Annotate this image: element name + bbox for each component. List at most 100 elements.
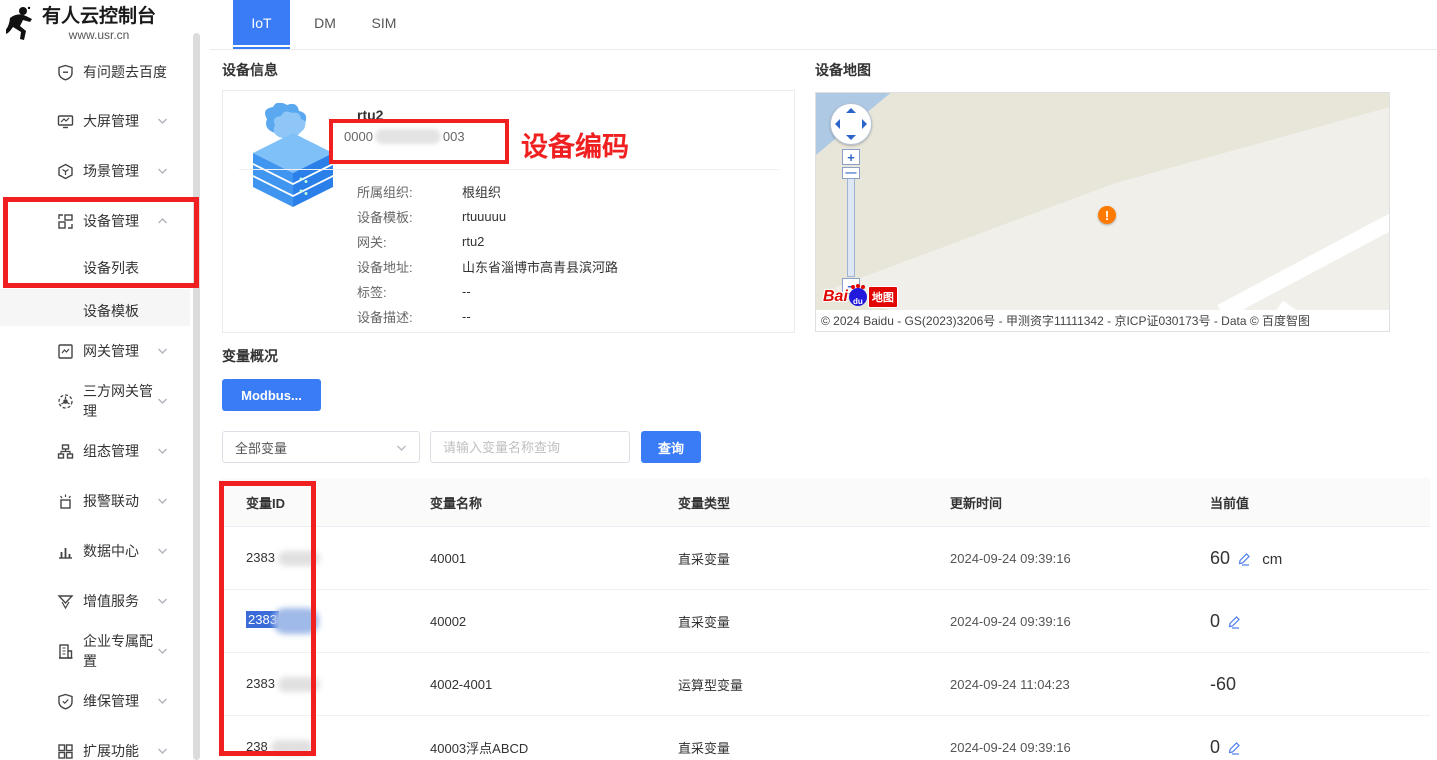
edit-value-icon[interactable] [1227,740,1242,755]
variable-id-cell: 238 [222,739,430,755]
pan-right-icon[interactable] [862,119,867,129]
sidebar-item-label: 扩展功能 [83,741,157,760]
current-value-cell: -60 [1210,674,1430,695]
chevron-down-icon [157,647,168,655]
variable-type-cell: 运算型变量 [678,675,950,694]
scene-box-icon [57,163,74,180]
query-button[interactable]: 查询 [641,431,701,463]
tab-dm[interactable]: DM [305,0,345,45]
baidu-map-badge: 地图 [868,286,898,308]
variable-search-input[interactable] [430,431,630,463]
sidebar-item-device-mgmt[interactable]: 设备管理 [0,196,190,246]
sidebar-item-enterprise-config[interactable]: 企业专属配置 [0,626,190,676]
sidebar-item-label: 组态管理 [83,441,157,461]
device-fields: 所属组织:根组织 设备模板:rtuuuuu 网关:rtu2 设备地址:山东省淄博… [357,179,618,329]
map-zoom-thumb[interactable]: — [842,167,860,179]
map-device-marker[interactable]: ! [1098,206,1116,224]
usr-cloud-console: 有人云控制台 www.usr.cn 有问题去百度 大屏管理 场景管理 设备管理 … [0,0,1437,760]
edit-value-icon[interactable] [1237,551,1252,566]
sidebar-item-alarm-linkage[interactable]: 报警联动 [0,476,190,526]
table-row: 2383 4002-4001 运算型变量 2024-09-24 11:04:23… [222,653,1430,716]
field-label: 标签: [357,282,462,301]
field-value: rtu2 [462,234,484,249]
map-pan-control[interactable] [830,103,872,145]
pan-left-icon[interactable] [835,119,840,129]
sidebar-item-extensions[interactable]: 扩展功能 [0,726,190,760]
variable-filter-select[interactable]: 全部变量 [222,431,420,463]
fan-icon [57,393,74,410]
sidebar-item-label: 数据中心 [83,541,157,561]
sidebar-item-thirdparty-gateway[interactable]: 三方网关管理 [0,376,190,426]
col-header-variable-type: 变量类型 [678,493,950,512]
modbus-button[interactable]: Modbus... [222,379,321,411]
pan-down-icon[interactable] [846,135,856,140]
sidebar-item-label: 设备管理 [83,211,157,231]
device-map[interactable]: + — − ! Bai du 地图 © 2024 Baidu - GS(2023… [815,92,1390,332]
brand-title: 有人云控制台 [42,6,156,28]
sidebar-item-screen-mgmt[interactable]: 大屏管理 [0,96,190,146]
col-header-variable-id: 变量ID [222,493,430,512]
sidebar-item-label: 增值服务 [83,591,157,611]
variable-name-cell: 40001 [430,551,678,566]
field-value: rtuuuuu [462,209,506,224]
variable-id-cell: 2383 [222,608,430,634]
table-row: 238 40003浮点ABCD 直采变量 2024-09-24 09:39:16… [222,716,1430,760]
sidebar-item-value-added[interactable]: 增值服务 [0,576,190,626]
sidebar-item-label: 大屏管理 [83,111,157,131]
device-name: rtu2 [357,107,383,123]
sitemap-icon [57,443,74,460]
shield-check-icon [57,693,74,710]
chevron-down-icon [157,447,168,455]
device-code-redacted [375,129,441,144]
baidu-paw-icon: du [849,288,867,306]
field-value: -- [462,284,471,299]
baidu-logo-text: Bai [823,288,848,306]
sidebar-subitem-device-list[interactable]: 设备列表 [0,246,190,289]
grid-icon [57,743,74,760]
variable-name-cell: 4002-4001 [430,677,678,692]
col-header-current-value: 当前值 [1210,493,1430,512]
map-zoom-in-button[interactable]: + [842,149,860,165]
brand[interactable]: 有人云控制台 www.usr.cn [6,6,156,45]
chevron-down-icon [157,547,168,555]
tab-sim[interactable]: SIM [362,0,406,45]
annotation-device-code-label: 设备编码 [521,125,629,164]
gateway-chart-icon [57,343,74,360]
edit-value-icon[interactable] [1227,614,1242,629]
map-zoom-slider[interactable] [847,175,855,277]
update-time-cell: 2024-09-24 09:39:16 [950,740,1210,755]
sidebar-item-scene-mgmt[interactable]: 场景管理 [0,146,190,196]
monitor-icon [57,113,74,130]
pan-up-icon[interactable] [846,108,856,113]
variables-heading: 变量概况 [222,346,278,366]
sidebar-item-scada-mgmt[interactable]: 组态管理 [0,426,190,476]
variable-name-cell: 40003浮点ABCD [430,738,678,757]
variable-id-cell: 2383 [222,550,430,566]
variable-id-cell: 2383 [222,676,430,692]
id-redacted [278,677,320,692]
field-label: 所属组织: [357,182,462,201]
map-copyright: © 2024 Baidu - GS(2023)3206号 - 甲测资字11111… [816,310,1389,331]
id-redacted [271,740,313,755]
sidebar-item-gateway-mgmt[interactable]: 网关管理 [0,326,190,376]
field-label: 设备地址: [357,257,462,276]
device-info-card: rtu2 0000003 所属组织:根组织 设备模板:rtuuuuu 网关:rt… [222,90,795,333]
tab-iot[interactable]: IoT [233,0,290,45]
card-divider [239,169,779,170]
sidebar-item-label: 企业专属配置 [83,631,157,671]
field-value: 山东省淄博市高青县滨河路 [462,257,618,276]
sidebar-scrollbar[interactable] [193,33,200,760]
update-time-cell: 2024-09-24 11:04:23 [950,677,1210,692]
device-code-prefix: 0000 [344,129,373,144]
chevron-down-icon [157,117,168,125]
chevron-down-icon [157,167,168,175]
current-value-cell: 0 [1210,737,1430,758]
sidebar-item-baidu-help[interactable]: 有问题去百度 [0,47,190,97]
shield-question-icon [57,64,74,81]
sidebar-item-maintenance-mgmt[interactable]: 维保管理 [0,676,190,726]
building-icon [57,643,74,660]
variable-name-cell: 40002 [430,614,678,629]
sidebar-item-data-center[interactable]: 数据中心 [0,526,190,576]
header-divider [210,49,1437,50]
chevron-down-icon [157,597,168,605]
